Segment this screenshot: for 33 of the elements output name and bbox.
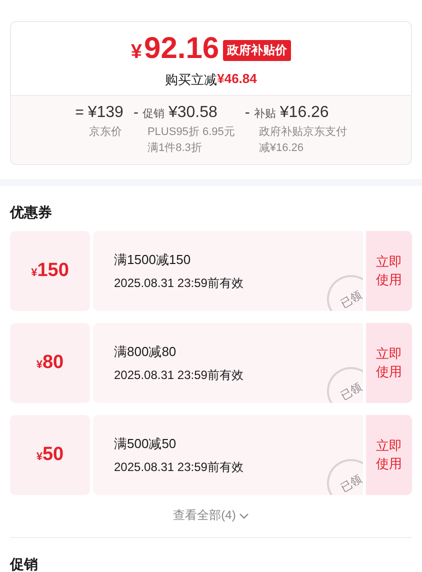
saving-label: 购买立减 xyxy=(165,71,218,89)
coupon-validity: 2025.08.31 23:59前有效 xyxy=(114,366,244,384)
use-now-button[interactable]: 立即使用 xyxy=(366,231,412,311)
breakdown-amount: ¥16.26 xyxy=(280,104,329,122)
section-title: 促销 xyxy=(10,556,39,572)
breakdown-note: 政府补贴京东支付 xyxy=(258,124,347,140)
use-now-button[interactable]: 立即使用 xyxy=(366,415,412,495)
subsidy-tag: 政府补贴价 xyxy=(223,40,292,61)
chevron-down-icon xyxy=(238,512,249,518)
section-title: 优惠券 xyxy=(10,204,53,222)
breakdown-amount: ¥30.58 xyxy=(168,104,218,122)
price: ¥92.16 xyxy=(130,32,220,67)
saving-amount: ¥46.84 xyxy=(217,71,257,88)
coupon-condition: 满1500减150 xyxy=(114,250,192,268)
operator-sign: - xyxy=(133,104,138,121)
coupon-condition: 满800减80 xyxy=(114,342,178,360)
coupon-value: ¥80 xyxy=(36,352,64,374)
breakdown-note: 减¥16.26 xyxy=(258,141,305,156)
use-now-button[interactable]: 立即使用 xyxy=(366,323,412,403)
breakdown-amount: ¥139 xyxy=(88,104,124,122)
coupon-value: ¥150 xyxy=(31,260,69,282)
coupon-value: ¥50 xyxy=(36,444,64,466)
coupon-validity: 2025.08.31 23:59前有效 xyxy=(114,274,244,292)
operator-sign: - xyxy=(244,104,250,121)
breakdown-note: 京东价 xyxy=(89,124,124,140)
coupon-validity: 2025.08.31 23:59前有效 xyxy=(114,458,244,476)
breakdown-label: 促销 xyxy=(142,107,164,121)
breakdown-note: 满1件8.3折 xyxy=(147,141,203,156)
coupon-condition: 满500减50 xyxy=(114,434,178,452)
view-all-link[interactable]: 查看全部(4) xyxy=(10,506,412,525)
breakdown-label: 补贴 xyxy=(254,106,276,121)
breakdown-note: PLUS95折 6.95元 xyxy=(147,125,235,140)
operator-sign: = xyxy=(75,104,84,121)
